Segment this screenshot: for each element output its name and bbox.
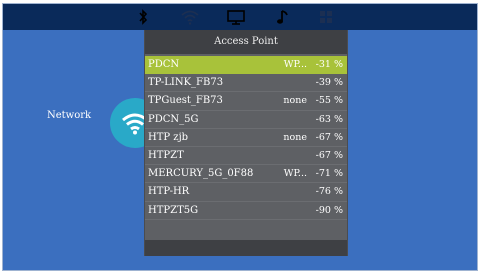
access-point-panel: Access Point PDCN WP... -31 % TP-LINK_FB73 -… bbox=[144, 30, 348, 256]
access-point-row[interactable]: HTPZT -67 % bbox=[145, 147, 347, 166]
ssid-label: TPGuest_FB73 bbox=[148, 95, 223, 107]
signal-strength-label: -39 % bbox=[315, 77, 343, 89]
access-point-row[interactable]: HTP-HR -76 % bbox=[145, 183, 347, 202]
signal-strength-label: -67 % bbox=[315, 149, 343, 161]
security-label: none bbox=[283, 131, 307, 143]
access-point-row[interactable]: TPGuest_FB73 none -55 % bbox=[145, 92, 347, 111]
ssid-label: HTPZT bbox=[148, 149, 184, 161]
panel-footer bbox=[145, 240, 347, 256]
ssid-label: TP-LINK_FB73 bbox=[148, 77, 224, 89]
ssid-label: HTP-HR bbox=[148, 186, 190, 198]
signal-strength-label: -67 % bbox=[315, 131, 343, 143]
monitor-icon[interactable] bbox=[226, 8, 246, 26]
access-point-list: PDCN WP... -31 % TP-LINK_FB73 -39 % TPGuest_F… bbox=[145, 56, 347, 220]
signal-strength-label: -31 % bbox=[315, 59, 343, 70]
ssid-label: HTPZT5G bbox=[148, 204, 199, 216]
access-point-row[interactable]: HTPZT5G -90 % bbox=[145, 202, 347, 220]
access-point-row[interactable]: PDCN WP... -31 % bbox=[145, 56, 347, 75]
signal-strength-label: -55 % bbox=[315, 95, 343, 107]
access-point-row[interactable]: MERCURY_5G_0F88 WP... -71 % bbox=[145, 165, 347, 184]
access-point-row[interactable]: PDCN_5G -63 % bbox=[145, 111, 347, 129]
ssid-label: PDCN_5G bbox=[148, 113, 199, 125]
signal-strength-label: -71 % bbox=[315, 168, 343, 180]
bluetooth-icon[interactable] bbox=[136, 8, 150, 26]
access-point-row[interactable]: TP-LINK_FB73 -39 % bbox=[145, 74, 347, 93]
apps-grid-icon[interactable] bbox=[318, 8, 334, 26]
security-label: none bbox=[283, 95, 307, 107]
signal-strength-label: -90 % bbox=[315, 204, 343, 216]
music-note-icon[interactable] bbox=[274, 8, 290, 26]
ssid-label: MERCURY_5G_0F88 bbox=[148, 168, 254, 180]
signal-strength-label: -76 % bbox=[315, 186, 343, 198]
tv-screen: Network Access Point PDCN WP... -31 % TP-LI… bbox=[2, 3, 478, 271]
access-point-title: Access Point bbox=[145, 30, 347, 54]
network-label: Network bbox=[47, 110, 92, 121]
signal-strength-label: -63 % bbox=[315, 113, 343, 125]
security-label: WP... bbox=[283, 168, 307, 180]
wifi-icon[interactable] bbox=[179, 8, 201, 26]
top-menu-bar bbox=[3, 4, 477, 30]
ssid-label: HTP zjb bbox=[148, 131, 189, 143]
security-label: WP... bbox=[283, 59, 307, 70]
ssid-label: PDCN bbox=[148, 59, 180, 70]
access-point-row[interactable]: HTP zjb none -67 % bbox=[145, 129, 347, 147]
